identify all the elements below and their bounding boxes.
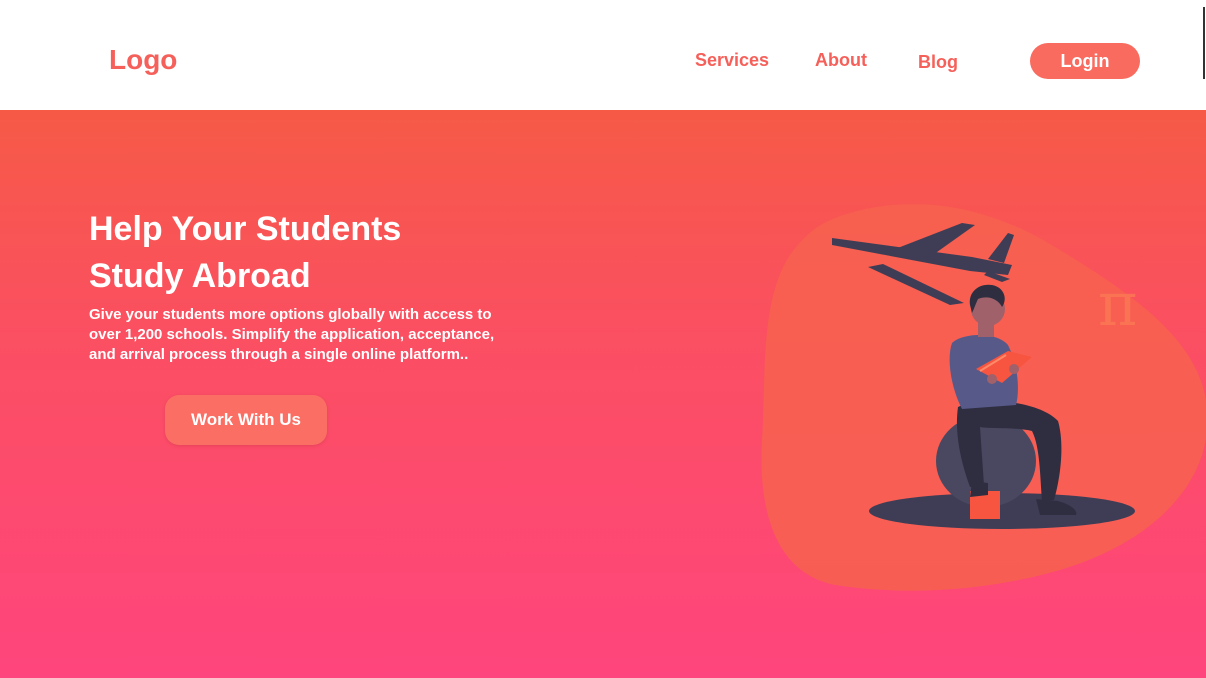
hero-title: Help Your Students Study Abroad — [89, 206, 509, 300]
nav-blog-link[interactable]: Blog — [918, 52, 958, 73]
nav-services-link[interactable]: Services — [695, 50, 769, 71]
login-button[interactable]: Login — [1030, 43, 1140, 79]
scrollbar-indicator[interactable] — [1203, 7, 1205, 79]
hero-title-line-2: Study Abroad — [89, 257, 311, 295]
pi-symbol: π — [1098, 270, 1137, 340]
hero-title-line-1: Help Your Students — [89, 210, 402, 248]
study-abroad-illustration: π — [761, 204, 1206, 591]
logo[interactable]: Logo — [109, 44, 177, 76]
hero-description: Give your students more options globally… — [89, 306, 495, 363]
top-navbar: Logo Services About Blog Login — [0, 0, 1206, 110]
nav-about-link[interactable]: About — [815, 50, 867, 71]
work-with-us-button[interactable]: Work With Us — [165, 395, 327, 445]
